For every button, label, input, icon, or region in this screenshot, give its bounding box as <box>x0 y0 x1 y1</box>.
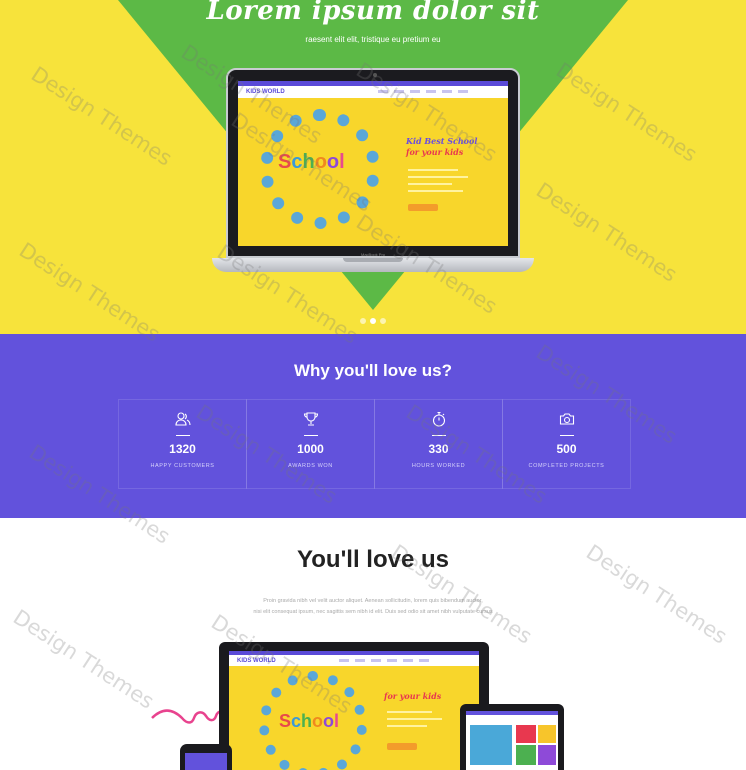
stat-value: 1000 <box>297 442 324 456</box>
stats-section: Why you'll love us? 1320 HAPPY CUSTOMERS… <box>0 334 746 518</box>
stat-card-hours: 330 HOURS WORKED <box>374 399 503 489</box>
trophy-icon <box>303 412 318 426</box>
hero-subtitle: raesent elit elit, tristique eu pretium … <box>305 35 441 44</box>
laptop-base <box>212 258 534 272</box>
monitor-logo: KIDS WORLD <box>237 658 276 664</box>
carousel-dot-active[interactable] <box>370 318 376 324</box>
screen-heading: Kid Best School for your kids <box>406 136 478 157</box>
users-icon <box>174 412 191 426</box>
stat-cards: 1320 HAPPY CUSTOMERS 1000 AWARDS WON 330… <box>118 399 631 489</box>
monitor-screen: KIDS WORLD School for your kids <box>229 651 479 770</box>
laptop-camera <box>373 73 377 77</box>
stat-label: HAPPY CUSTOMERS <box>150 463 215 469</box>
phone-mockup <box>180 744 232 770</box>
monitor-school-word-art: School <box>279 711 340 731</box>
tablet-screen <box>466 711 558 770</box>
carousel-dot[interactable] <box>360 318 366 324</box>
stopwatch-icon <box>432 411 445 427</box>
screen-logo: KIDS WORLD <box>246 89 285 95</box>
love-title: You'll love us <box>297 546 449 573</box>
stat-label: AWARDS WON <box>288 463 333 469</box>
laptop-brand-label: MacBook Pro <box>360 252 385 257</box>
stat-label: HOURS WORKED <box>411 463 466 469</box>
stats-title: Why you'll love us? <box>293 361 452 380</box>
monitor-mockup: KIDS WORLD School for your kids <box>219 642 489 770</box>
laptop-lid: KIDS WORLD School Kid Best School for yo… <box>226 68 520 258</box>
love-description: Proin gravida nibh vel velit auctor aliq… <box>253 598 493 615</box>
stat-card-customers: 1320 HAPPY CUSTOMERS <box>118 399 247 489</box>
hero-section: Lorem ipsum dolor sit raesent elit elit,… <box>0 0 746 334</box>
stat-card-awards: 1000 AWARDS WON <box>246 399 375 489</box>
stat-label: COMPLETED PROJECTS <box>528 463 605 469</box>
laptop-mockup: KIDS WORLD School Kid Best School for yo… <box>212 68 534 288</box>
tablet-mockup <box>460 704 564 770</box>
carousel-dot[interactable] <box>380 318 386 324</box>
monitor-cta-button <box>387 743 417 750</box>
monitor-heading: for your kids <box>384 691 442 701</box>
hero-title: Lorem ipsum dolor sit <box>206 0 540 26</box>
school-word-art: School <box>278 151 345 173</box>
stat-value: 500 <box>556 442 577 456</box>
love-section: You'll love us Proin gravida nibh vel ve… <box>0 518 746 770</box>
screen-cta-button <box>408 204 438 211</box>
stat-value: 330 <box>428 442 449 456</box>
stat-value: 1320 <box>169 442 196 456</box>
camera-icon <box>559 413 574 425</box>
carousel-dots <box>360 318 386 324</box>
stat-card-projects: 500 COMPLETED PROJECTS <box>502 399 631 489</box>
phone-screen <box>185 753 227 770</box>
laptop-screen: KIDS WORLD School Kid Best School for yo… <box>238 81 508 246</box>
